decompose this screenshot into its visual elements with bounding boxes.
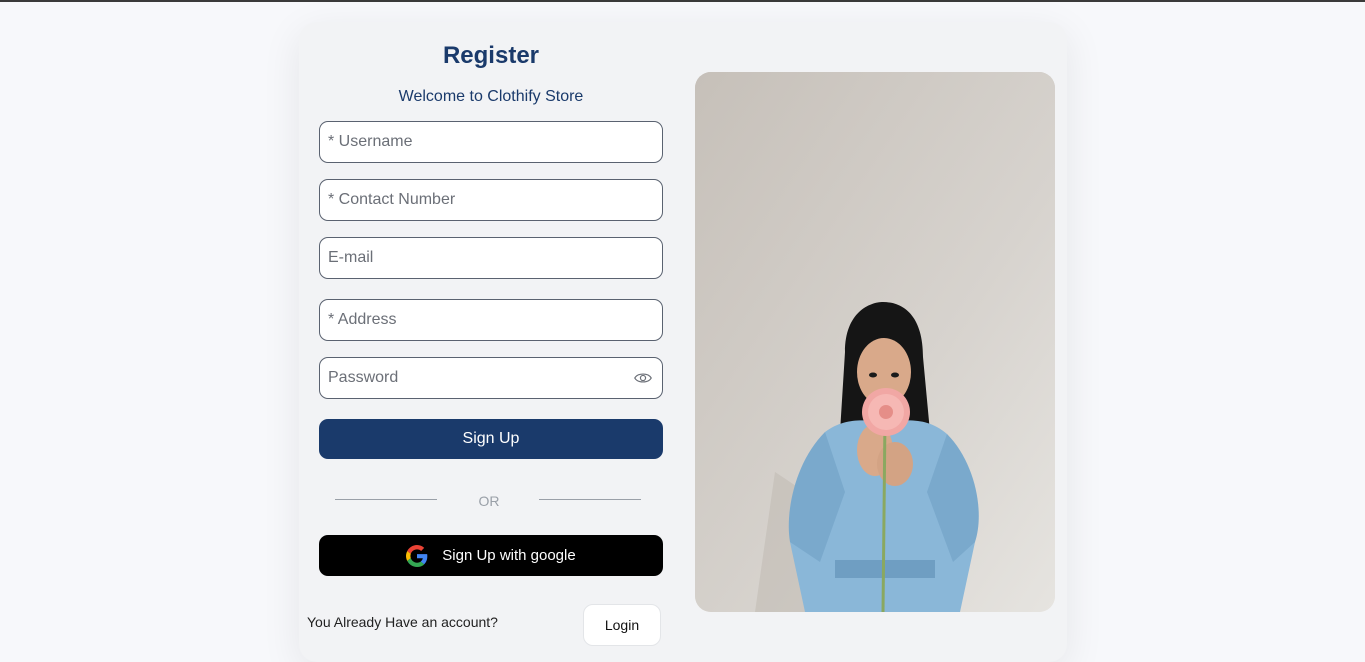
google-icon — [406, 544, 428, 567]
or-separator: OR — [478, 493, 500, 509]
contact-number-field[interactable] — [319, 179, 663, 221]
username-input[interactable] — [320, 122, 618, 162]
divider-right — [539, 499, 641, 500]
password-field[interactable] — [319, 357, 663, 399]
sign-up-label: Sign Up — [462, 430, 520, 447]
page-subtitle: Welcome to Clothify Store — [398, 88, 584, 105]
email-input[interactable] — [320, 238, 618, 278]
eye-icon[interactable] — [634, 370, 652, 386]
login-label: Login — [604, 617, 640, 633]
login-button[interactable]: Login — [583, 604, 661, 646]
hero-image — [695, 72, 1055, 612]
account-prompt: You Already Have an account? — [307, 614, 498, 630]
address-input[interactable] — [320, 300, 618, 340]
google-sign-up-button[interactable]: Sign Up with google — [319, 535, 663, 576]
address-field[interactable] — [319, 299, 663, 341]
sign-up-button[interactable]: Sign Up — [319, 419, 663, 459]
email-field[interactable] — [319, 237, 663, 279]
contact-number-input[interactable] — [320, 180, 618, 220]
username-field[interactable] — [319, 121, 663, 163]
google-sign-up-label: Sign Up with google — [442, 547, 576, 564]
top-border — [0, 0, 1365, 2]
divider-left — [335, 499, 437, 500]
page-title: Register — [442, 42, 540, 69]
password-input[interactable] — [320, 358, 618, 398]
register-card: Register Welcome to Clothify Store Sign … — [299, 22, 1067, 662]
woman-with-flower-illustration — [695, 72, 1055, 612]
